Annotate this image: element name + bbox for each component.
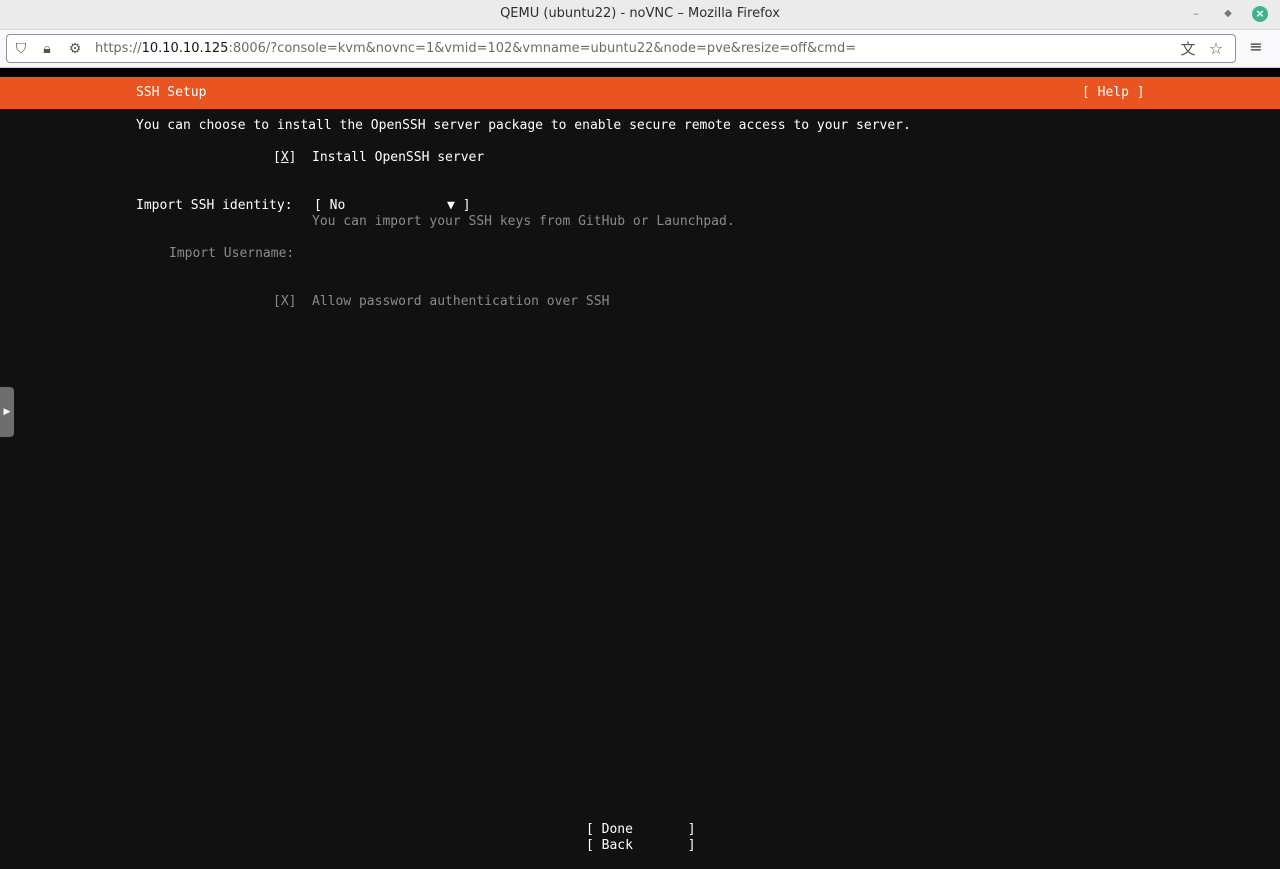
nav-bar: ⛉ 🔒︎ ⚙ https://10.10.10.125:8006/?consol… [0, 30, 1280, 68]
url-bar[interactable]: ⛉ 🔒︎ ⚙ https://10.10.10.125:8006/?consol… [6, 34, 1236, 63]
url-host: 10.10.10.125 [141, 41, 229, 56]
import-username-label: Import Username: [169, 246, 295, 261]
novnc-sidebar-handle[interactable]: ▶ [0, 387, 14, 437]
import-identity-label: Import SSH identity: [136, 198, 293, 213]
checkbox-bracket-close: ] [288, 150, 297, 165]
install-openssh-checkbox[interactable]: [X] [273, 150, 296, 165]
hamburger-menu-icon[interactable]: ≡ [1248, 39, 1264, 55]
allow-password-checkbox[interactable]: [X] [273, 294, 296, 309]
done-button[interactable]: [ Done ] [586, 822, 696, 837]
help-button[interactable]: [ Help ] [1082, 85, 1145, 100]
close-icon[interactable]: × [1252, 6, 1268, 22]
url-text[interactable]: https://10.10.10.125:8006/?console=kvm&n… [95, 41, 856, 56]
import-identity-hint: You can import your SSH keys from GitHub… [312, 214, 735, 229]
lock-warning-icon[interactable]: 🔒︎ [39, 41, 55, 57]
url-prefix: https:// [95, 41, 142, 56]
checkbox-mark: X [280, 150, 289, 165]
bookmark-star-icon[interactable]: ☆ [1208, 41, 1224, 57]
allow-password-label: Allow password authentication over SSH [312, 294, 610, 309]
import-identity-select[interactable]: [ No ▼ ] [314, 198, 471, 213]
window-titlebar: QEMU (ubuntu22) - noVNC – Mozilla Firefo… [0, 0, 1280, 30]
console-top-border [0, 68, 1280, 76]
maximize-icon[interactable]: ◆ [1220, 6, 1236, 22]
installer-header: SSH Setup [ Help ] [0, 77, 1280, 109]
minimize-icon[interactable]: – [1188, 6, 1204, 22]
translate-icon[interactable]: 文 [1180, 41, 1196, 57]
checkbox-bracket-open: [ [273, 150, 281, 165]
shield-icon[interactable]: ⛉ [13, 41, 29, 57]
intro-text: You can choose to install the OpenSSH se… [136, 118, 911, 133]
expand-arrow-icon: ▶ [3, 407, 11, 417]
install-openssh-label: Install OpenSSH server [312, 150, 485, 165]
page-title: SSH Setup [136, 85, 207, 100]
permissions-icon[interactable]: ⚙ [67, 41, 83, 57]
vnc-console[interactable]: SSH Setup [ Help ] You can choose to ins… [0, 68, 1280, 869]
url-rest: :8006/?console=kvm&novnc=1&vmid=102&vmna… [228, 41, 857, 56]
back-button[interactable]: [ Back ] [586, 838, 696, 853]
window-title: QEMU (ubuntu22) - noVNC – Mozilla Firefo… [500, 6, 780, 21]
